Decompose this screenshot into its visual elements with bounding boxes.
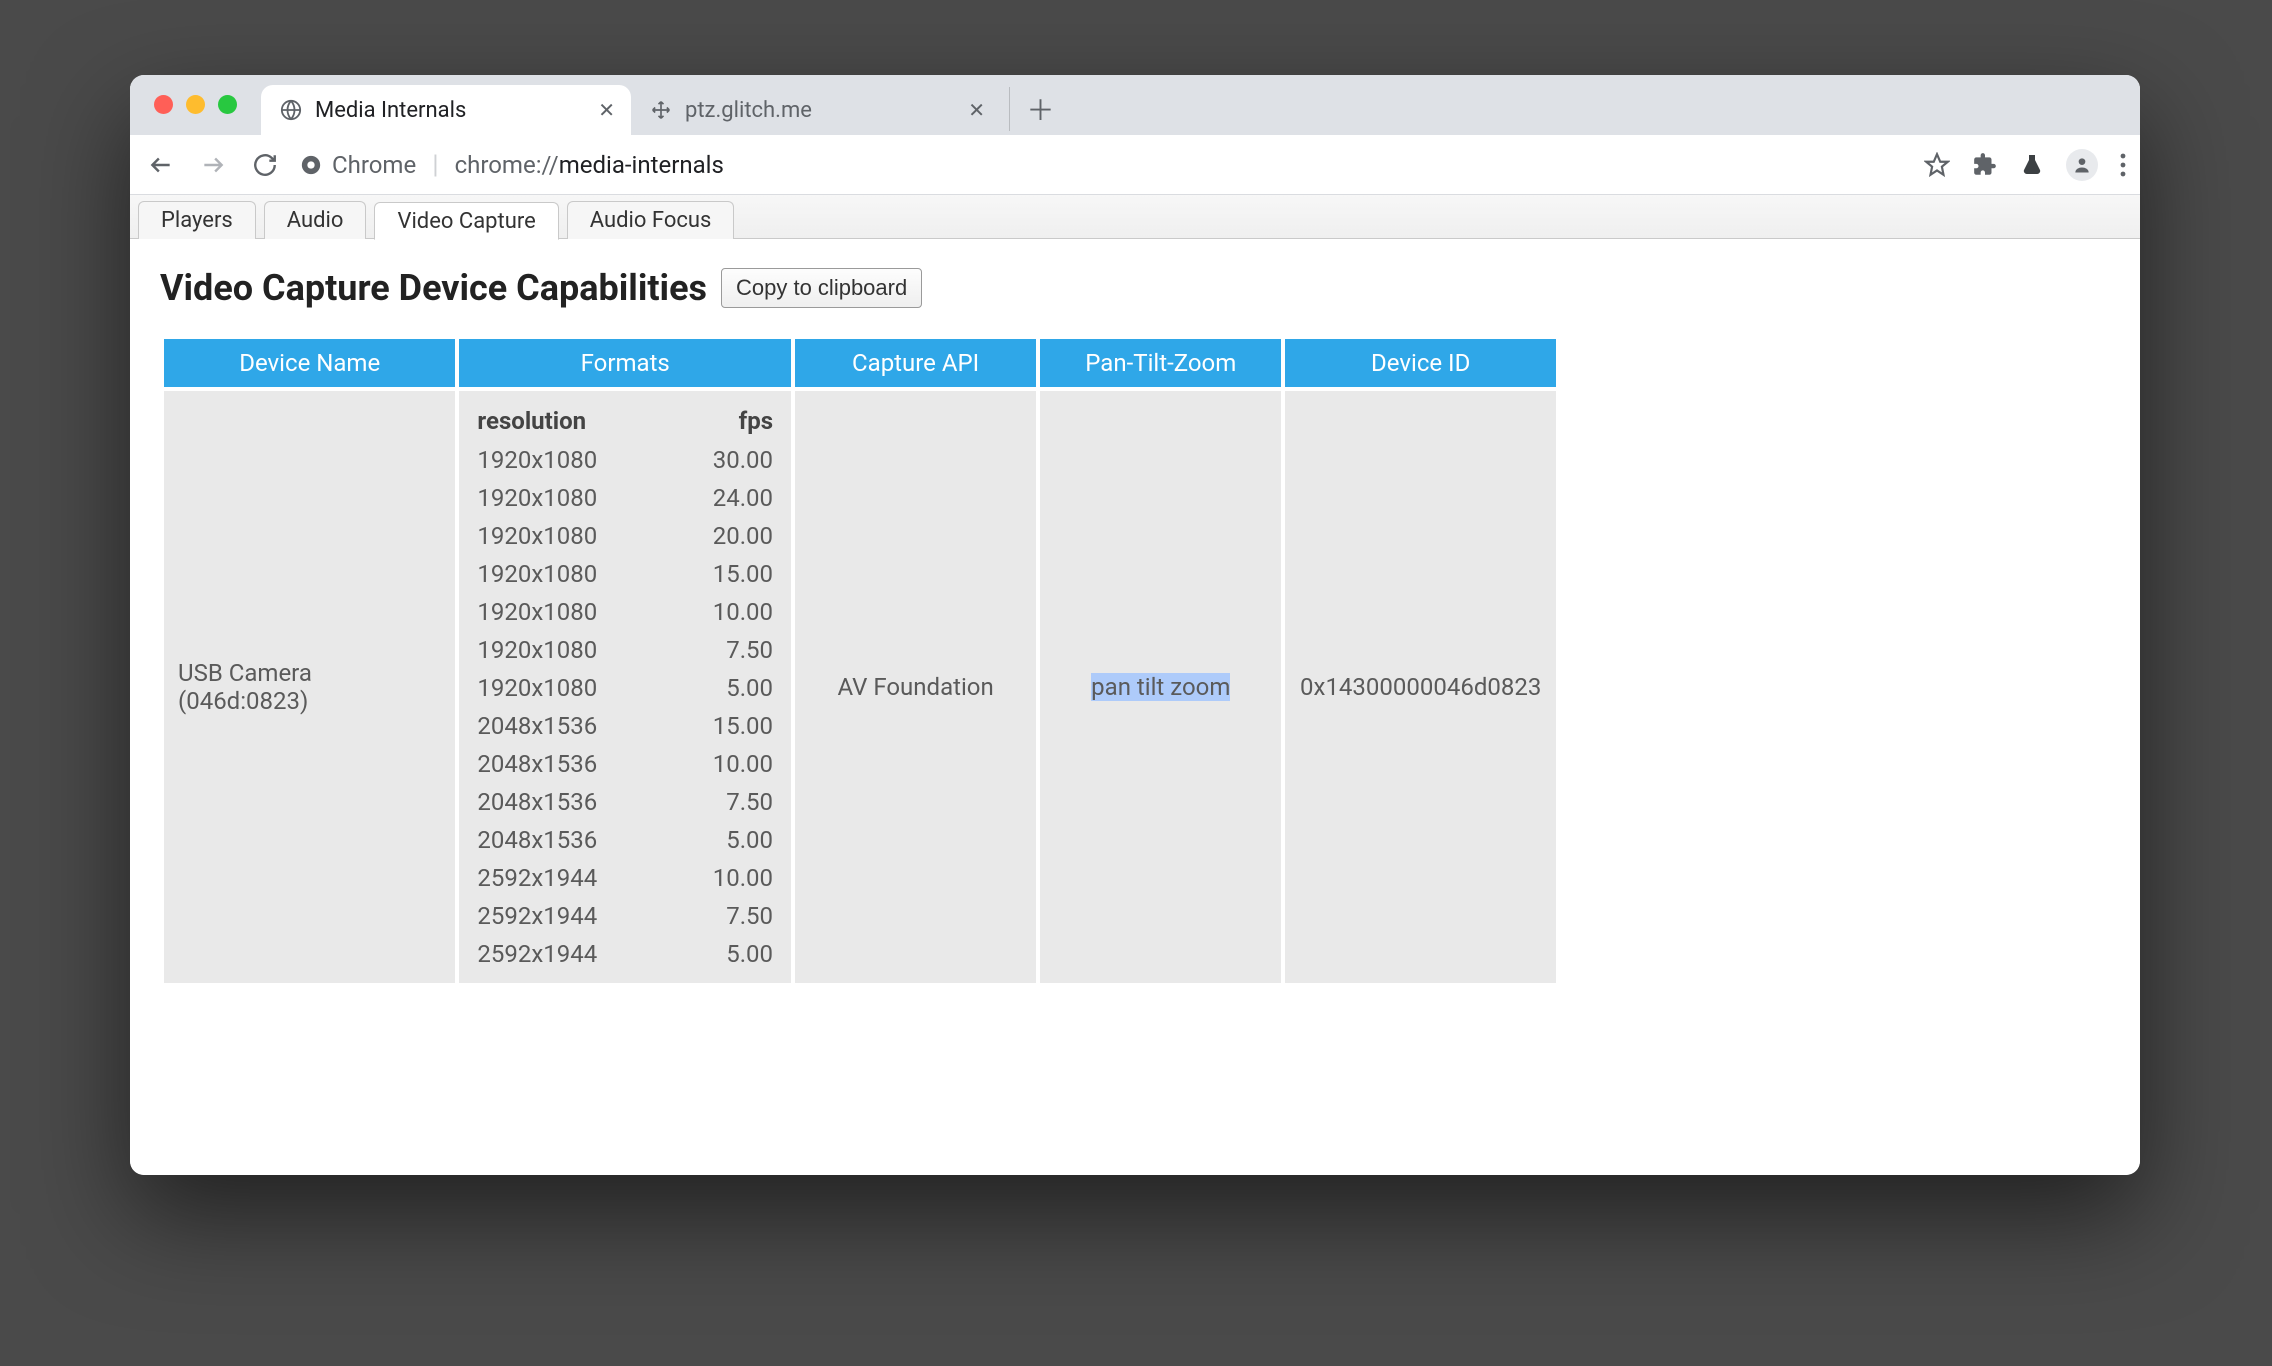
fmt-resolution: 2048x1536	[473, 783, 671, 821]
window-zoom-button[interactable]	[218, 95, 237, 114]
fmt-resolution: 1920x1080	[473, 555, 671, 593]
ptz-highlight: pan tilt zoom	[1091, 673, 1230, 701]
content-tab-bar: Players Audio Video Capture Audio Focus	[130, 195, 2140, 239]
page-title: Video Capture Device Capabilities	[160, 267, 707, 309]
tab-close-icon[interactable]: ✕	[968, 98, 985, 122]
col-device-id[interactable]: Device ID	[1285, 339, 1556, 387]
fmt-resolution: 1920x1080	[473, 441, 671, 479]
fmt-fps: 7.50	[671, 783, 777, 821]
profile-avatar[interactable]	[2066, 149, 2098, 181]
content-tab-video-capture[interactable]: Video Capture	[374, 202, 558, 240]
fmt-fps: 24.00	[671, 479, 777, 517]
fmt-resolution: 1920x1080	[473, 479, 671, 517]
fmt-fps: 15.00	[671, 707, 777, 745]
chrome-icon	[300, 154, 322, 176]
cell-device-id: 0x14300000046d0823	[1285, 391, 1556, 983]
fmt-resolution: 2592x1944	[473, 935, 671, 973]
globe-icon	[279, 98, 303, 122]
fmt-resolution: 2048x1536	[473, 821, 671, 859]
new-tab-button[interactable]: ＋	[1009, 87, 1053, 131]
col-capture-api[interactable]: Capture API	[795, 339, 1036, 387]
traffic-lights	[154, 95, 237, 114]
window-minimize-button[interactable]	[186, 95, 205, 114]
back-button[interactable]	[144, 148, 178, 182]
fmt-resolution: 2048x1536	[473, 707, 671, 745]
toolbar: Chrome | chrome://media-internals	[130, 135, 2140, 195]
url-path: media-internals	[559, 151, 724, 179]
fmt-resolution: 1920x1080	[473, 517, 671, 555]
cell-formats: resolutionfps1920x108030.001920x108024.0…	[459, 391, 791, 983]
tab-title: ptz.glitch.me	[685, 98, 956, 123]
fmt-fps: 5.00	[671, 821, 777, 859]
browser-window: Media Internals ✕ ptz.glitch.me ✕ ＋	[130, 75, 2140, 1175]
tab-title: Media Internals	[315, 98, 586, 123]
titlebar: Media Internals ✕ ptz.glitch.me ✕ ＋	[130, 75, 2140, 135]
origin-chip: Chrome	[300, 151, 416, 179]
content-tab-players[interactable]: Players	[138, 201, 256, 239]
window-close-button[interactable]	[154, 95, 173, 114]
toolbar-right	[1924, 149, 2126, 181]
forward-button[interactable]	[196, 148, 230, 182]
origin-chip-label: Chrome	[332, 151, 416, 179]
copy-to-clipboard-button[interactable]: Copy to clipboard	[721, 268, 922, 308]
star-icon[interactable]	[1924, 152, 1950, 178]
col-device-name[interactable]: Device Name	[164, 339, 455, 387]
fmt-fps: 5.00	[671, 935, 777, 973]
fmt-resolution: 2592x1944	[473, 859, 671, 897]
content-tab-audio[interactable]: Audio	[264, 201, 367, 239]
browser-tab-ptz[interactable]: ptz.glitch.me ✕	[631, 85, 1001, 135]
fmt-fps: 10.00	[671, 859, 777, 897]
fmt-fps: 7.50	[671, 897, 777, 935]
url-scheme: chrome://	[455, 151, 559, 179]
fmt-resolution: 2592x1944	[473, 897, 671, 935]
page-title-row: Video Capture Device Capabilities Copy t…	[160, 267, 2110, 309]
fmt-fps: 20.00	[671, 517, 777, 555]
cell-ptz: pan tilt zoom	[1040, 391, 1281, 983]
fmt-header-resolution: resolution	[473, 401, 671, 441]
fmt-resolution: 1920x1080	[473, 669, 671, 707]
fmt-fps: 30.00	[671, 441, 777, 479]
labs-icon[interactable]	[2020, 153, 2044, 177]
table-row: USB Camera (046d:0823)resolutionfps1920x…	[164, 391, 1556, 983]
col-ptz[interactable]: Pan-Tilt-Zoom	[1040, 339, 1281, 387]
page-body: Video Capture Device Capabilities Copy t…	[130, 239, 2140, 1015]
fmt-resolution: 2048x1536	[473, 745, 671, 783]
fmt-fps: 10.00	[671, 745, 777, 783]
fmt-resolution: 1920x1080	[473, 631, 671, 669]
reload-button[interactable]	[248, 148, 282, 182]
page-content: Players Audio Video Capture Audio Focus …	[130, 195, 2140, 1175]
fmt-fps: 5.00	[671, 669, 777, 707]
cell-device-name: USB Camera (046d:0823)	[164, 391, 455, 983]
extensions-icon[interactable]	[1972, 152, 1998, 178]
fmt-fps: 7.50	[671, 631, 777, 669]
col-formats[interactable]: Formats	[459, 339, 791, 387]
menu-icon[interactable]	[2120, 152, 2126, 178]
separator: |	[432, 150, 438, 180]
fmt-fps: 10.00	[671, 593, 777, 631]
browser-tab-strip: Media Internals ✕ ptz.glitch.me ✕ ＋	[261, 75, 1053, 135]
fmt-resolution: 1920x1080	[473, 593, 671, 631]
content-tab-audio-focus[interactable]: Audio Focus	[567, 201, 735, 239]
cell-capture-api: AV Foundation	[795, 391, 1036, 983]
fmt-header-fps: fps	[671, 401, 777, 441]
tab-close-icon[interactable]: ✕	[598, 98, 615, 122]
fmt-fps: 15.00	[671, 555, 777, 593]
browser-tab-media-internals[interactable]: Media Internals ✕	[261, 85, 631, 135]
move-icon	[649, 98, 673, 122]
capabilities-table: Device Name Formats Capture API Pan-Tilt…	[160, 335, 1560, 987]
address-bar[interactable]: Chrome | chrome://media-internals	[300, 150, 1906, 180]
